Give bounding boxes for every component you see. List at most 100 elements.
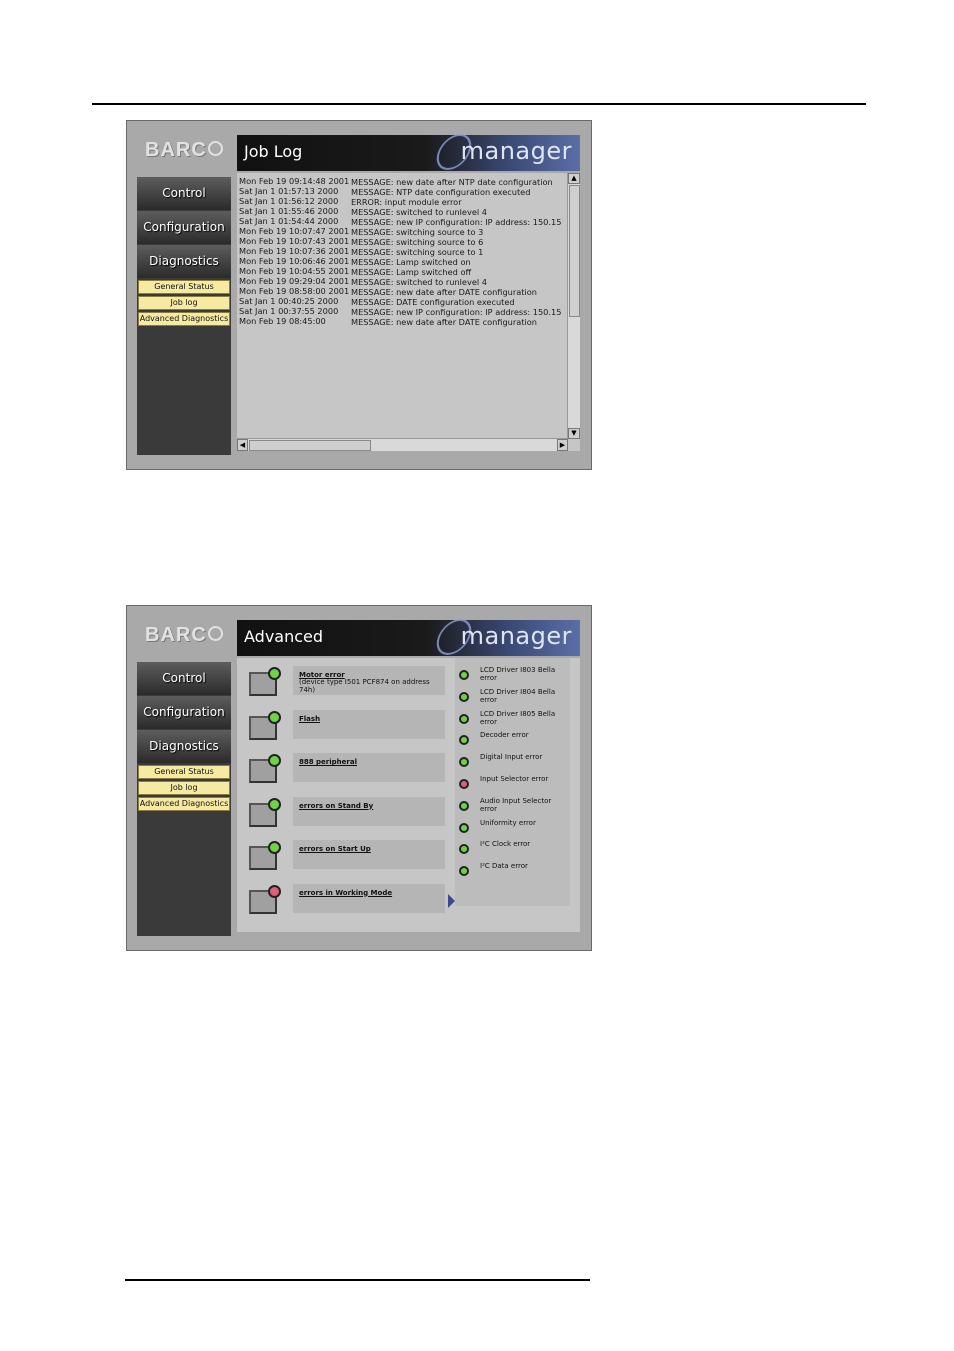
error-row: LCD Driver I803 Bella error (455, 663, 570, 685)
subnav-general-status[interactable]: General Status (138, 765, 230, 779)
error-led-icon (459, 822, 469, 833)
category-link[interactable]: errors on Stand By (299, 802, 373, 810)
advanced-category-row: Flash (245, 708, 450, 752)
error-label: Input Selector error (480, 774, 549, 783)
status-led-icon (268, 797, 281, 811)
scroll-left-icon[interactable]: ◀ (237, 439, 248, 451)
sidebar: Control Configuration Diagnostics Genera… (137, 177, 231, 455)
scroll-up-icon[interactable]: ▲ (568, 173, 580, 184)
error-label: Audio Input Selector error (480, 796, 552, 813)
category-status-button[interactable] (249, 797, 281, 827)
subnav-job-log[interactable]: Job log (138, 296, 230, 310)
log-message: MESSAGE: new date after DATE configurati… (351, 287, 537, 297)
error-row: LCD Driver I805 Bella error (455, 707, 570, 729)
subnav-advanced-diagnostics[interactable]: Advanced Diagnostics (138, 312, 230, 326)
log-message: MESSAGE: DATE configuration executed (351, 297, 515, 307)
error-led-icon (459, 670, 469, 680)
error-led-icon (459, 757, 469, 768)
advanced-category-row: 888 peripheral (245, 751, 450, 795)
joblog-list[interactable]: Mon Feb 19 09:14:48 2001 MESSAGE: new dat… (237, 173, 568, 439)
joblog-content: Mon Feb 19 09:14:48 2001 MESSAGE: new dat… (237, 173, 580, 451)
category-label-box: errors on Start Up (293, 840, 445, 869)
status-led-icon (268, 667, 281, 680)
category-link[interactable]: 888 peripheral (299, 758, 357, 766)
page-title: Job Log (244, 142, 303, 161)
sidebar: Control Configuration Diagnostics Genera… (137, 662, 231, 936)
log-message: MESSAGE: new date after NTP date configu… (351, 177, 553, 187)
error-row: I²C Data error (455, 859, 570, 881)
category-status-button[interactable] (249, 841, 281, 870)
nav-control[interactable]: Control (137, 177, 231, 210)
error-label: LCD Driver I804 Bella error (480, 687, 556, 704)
log-message: MESSAGE: Lamp switched on (351, 257, 471, 267)
nav-control[interactable]: Control (137, 662, 231, 695)
error-led-icon (459, 735, 469, 746)
error-row: Uniformity error (455, 816, 570, 838)
nav-configuration[interactable]: Configuration (137, 211, 231, 244)
status-led-icon (268, 710, 281, 724)
error-row: Audio Input Selector error (455, 794, 570, 816)
title-bar: Advanced manager (237, 619, 580, 656)
subnav-advanced-diagnostics[interactable]: Advanced Diagnostics (138, 797, 230, 811)
vertical-scrollbar[interactable]: ▲ ▼ (567, 173, 580, 439)
error-led-icon (459, 691, 469, 702)
category-label-box: Motor error (device type I501 PCF874 on a… (293, 666, 445, 695)
category-status-button[interactable] (249, 667, 281, 696)
error-led-icon (459, 713, 469, 724)
error-status-panel: LCD Driver I803 Bella error LCD Driver I8… (455, 658, 570, 906)
error-row: I²C Clock error (455, 837, 570, 859)
category-status-button[interactable] (249, 884, 281, 914)
category-status-button[interactable] (249, 710, 281, 740)
error-row: LCD Driver I804 Bella error (455, 685, 570, 707)
joblog-window: BARC Job Log manager Control Configurati… (126, 120, 592, 470)
log-message: MESSAGE: switching source to 6 (351, 237, 484, 247)
page-top-rule (92, 103, 866, 105)
log-message: MESSAGE: new date after DATE configurati… (351, 317, 537, 327)
scroll-down-icon[interactable]: ▼ (568, 428, 580, 439)
barco-logo: BARC (145, 624, 223, 647)
error-label: Uniformity error (480, 818, 536, 827)
status-led-icon (268, 754, 281, 767)
status-led-icon (268, 841, 281, 854)
advanced-category-row: errors on Stand By (245, 795, 450, 839)
log-message: ERROR: input module error (351, 197, 462, 207)
advanced-category-row: errors in Working Mode (245, 882, 455, 926)
horizontal-scroll-thumb[interactable] (249, 440, 371, 451)
nav-diagnostics[interactable]: Diagnostics (137, 245, 231, 278)
log-message: MESSAGE: switching source to 1 (351, 247, 484, 257)
subnav-general-status[interactable]: General Status (138, 280, 230, 294)
category-link[interactable]: errors on Start Up (299, 845, 371, 853)
page-bottom-rule (125, 1279, 590, 1281)
error-row: Digital Input error (455, 750, 570, 772)
nav-diagnostics[interactable]: Diagnostics (137, 730, 231, 763)
horizontal-scrollbar[interactable]: ◀ ▶ (237, 438, 568, 451)
category-link[interactable]: Flash (299, 715, 320, 723)
category-label-box: Flash (293, 709, 445, 739)
category-status-button[interactable] (249, 754, 281, 783)
barco-logo: BARC (145, 139, 223, 162)
log-date: Mon Feb 19 08:45:00 (239, 316, 326, 327)
advanced-category-list: Motor error (device type I501 PCF874 on a… (245, 664, 455, 926)
scroll-right-icon[interactable]: ▶ (557, 439, 568, 451)
category-detail: (device type I501 PCF874 on address 74h) (299, 678, 430, 694)
error-label: I²C Clock error (480, 840, 531, 849)
error-led-icon (459, 800, 469, 811)
logo-circle-icon (207, 626, 223, 642)
error-label: Digital Input error (480, 753, 543, 762)
log-message: MESSAGE: switched to runlevel 4 (351, 277, 487, 287)
advanced-category-row: Motor error (device type I501 PCF874 on a… (245, 664, 450, 708)
subnav-job-log[interactable]: Job log (138, 781, 230, 795)
error-led-icon (459, 844, 469, 855)
nav-configuration[interactable]: Configuration (137, 696, 231, 729)
advanced-category-row: errors on Start Up (245, 838, 450, 882)
vertical-scroll-thumb[interactable] (569, 185, 580, 317)
error-row: Input Selector error (455, 772, 570, 794)
category-label-box: 888 peripheral (293, 753, 445, 782)
status-led-icon (268, 884, 281, 898)
log-message: MESSAGE: new IP configuration: IP addres… (351, 217, 562, 227)
diagnostics-subnav: General Status Job log Advanced Diagnost… (137, 765, 231, 811)
advanced-content: Motor error (device type I501 PCF874 on a… (237, 658, 580, 932)
product-name: manager (460, 622, 572, 650)
category-link[interactable]: errors in Working Mode (299, 889, 392, 897)
expand-arrow-icon[interactable] (448, 893, 455, 908)
